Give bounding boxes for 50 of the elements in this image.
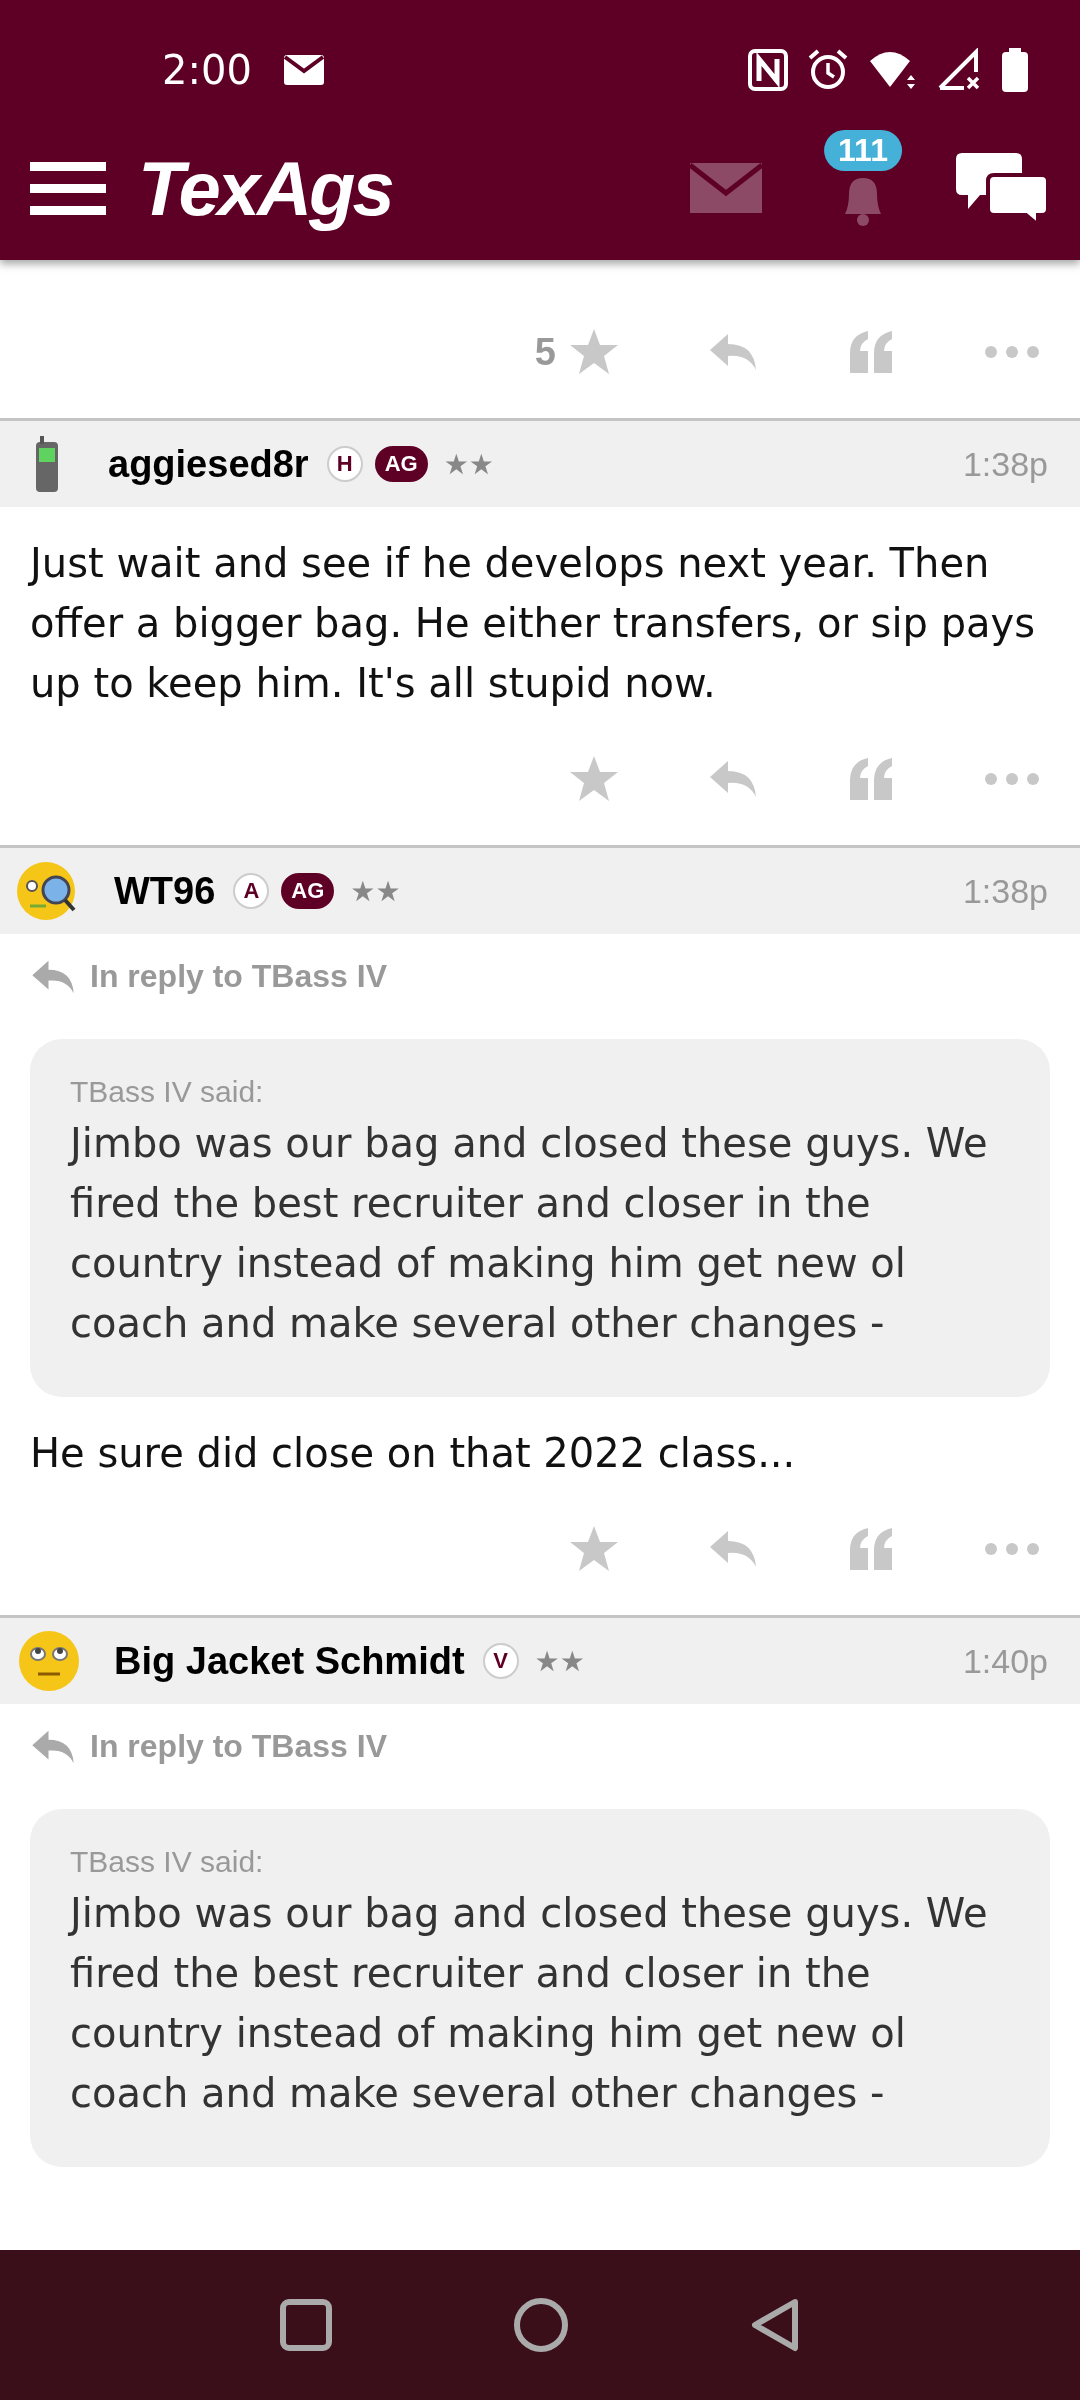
author-name[interactable]: aggiesed8r [108, 442, 309, 486]
quote-author: TBass IV said: [70, 1075, 265, 1109]
rank-badge: V [482, 1643, 519, 1679]
more-icon[interactable] [984, 772, 1040, 786]
post-time: 1:38p [962, 444, 1048, 484]
reply-icon[interactable] [708, 759, 758, 799]
more-icon[interactable] [984, 1542, 1040, 1556]
menu-icon[interactable] [30, 160, 106, 216]
star-icon[interactable] [570, 1526, 618, 1572]
post-text: Just wait and see if he develops next year. Then offer a bigger bag. He either transfers, or sip pays up to keep him. It's all stupid now. [30, 539, 1037, 708]
rank-badge: AG [374, 446, 428, 482]
texags-logo[interactable]: TexAgs [138, 144, 392, 232]
battery-icon [1000, 47, 1030, 93]
back-icon[interactable] [749, 2297, 801, 2353]
quote-text: Jimbo was our bag and closed these guys. We fired the best recruiter and closer in the country instead of making him get new ol coach and make several other changes - [70, 1889, 989, 2118]
alarm-icon [806, 48, 850, 92]
quote-icon[interactable] [848, 329, 894, 375]
reply-icon[interactable] [708, 1529, 758, 1569]
author-name[interactable]: Big Jacket Schmidt [114, 1639, 465, 1683]
quote-text: Jimbo was our bag and closed these guys. We fired the best recruiter and closer in the country instead of making him get new ol coach and make several other changes - [70, 1119, 989, 1348]
quote-icon[interactable] [848, 1526, 894, 1572]
rank-badge: AG [281, 873, 335, 909]
rank-badge: A [233, 873, 270, 909]
reply-icon[interactable] [708, 332, 758, 372]
recents-icon[interactable] [279, 2298, 333, 2352]
author-name[interactable]: WT96 [114, 869, 216, 913]
rank-badge: H [326, 446, 363, 482]
quote-author: TBass IV said: [70, 1845, 265, 1879]
home-icon[interactable] [513, 2297, 569, 2353]
more-icon[interactable] [984, 345, 1040, 359]
reply-icon [30, 1728, 76, 1765]
rank-stars: ★★ [350, 874, 401, 908]
status-time: 2:00 [162, 47, 252, 93]
wifi-icon [868, 49, 918, 91]
mail-icon[interactable] [690, 163, 762, 213]
signal-icon [936, 48, 982, 92]
post-time: 1:38p [962, 871, 1048, 911]
nfc-icon [748, 49, 788, 91]
quote-icon[interactable] [848, 756, 894, 802]
post-text: He sure did close on that 2022 class... [30, 1429, 797, 1478]
star-icon[interactable] [570, 329, 618, 375]
rank-stars: ★★ [534, 1644, 585, 1678]
rank-stars: ★★ [443, 447, 494, 481]
star-icon[interactable] [570, 756, 618, 802]
notification-badge: 111 [824, 130, 902, 171]
post-time: 1:40p [962, 1641, 1048, 1681]
mail-icon [281, 53, 326, 87]
smiley-avatar-icon [16, 1628, 82, 1694]
reply-icon [30, 958, 76, 995]
rating-count: 5 [534, 330, 556, 374]
